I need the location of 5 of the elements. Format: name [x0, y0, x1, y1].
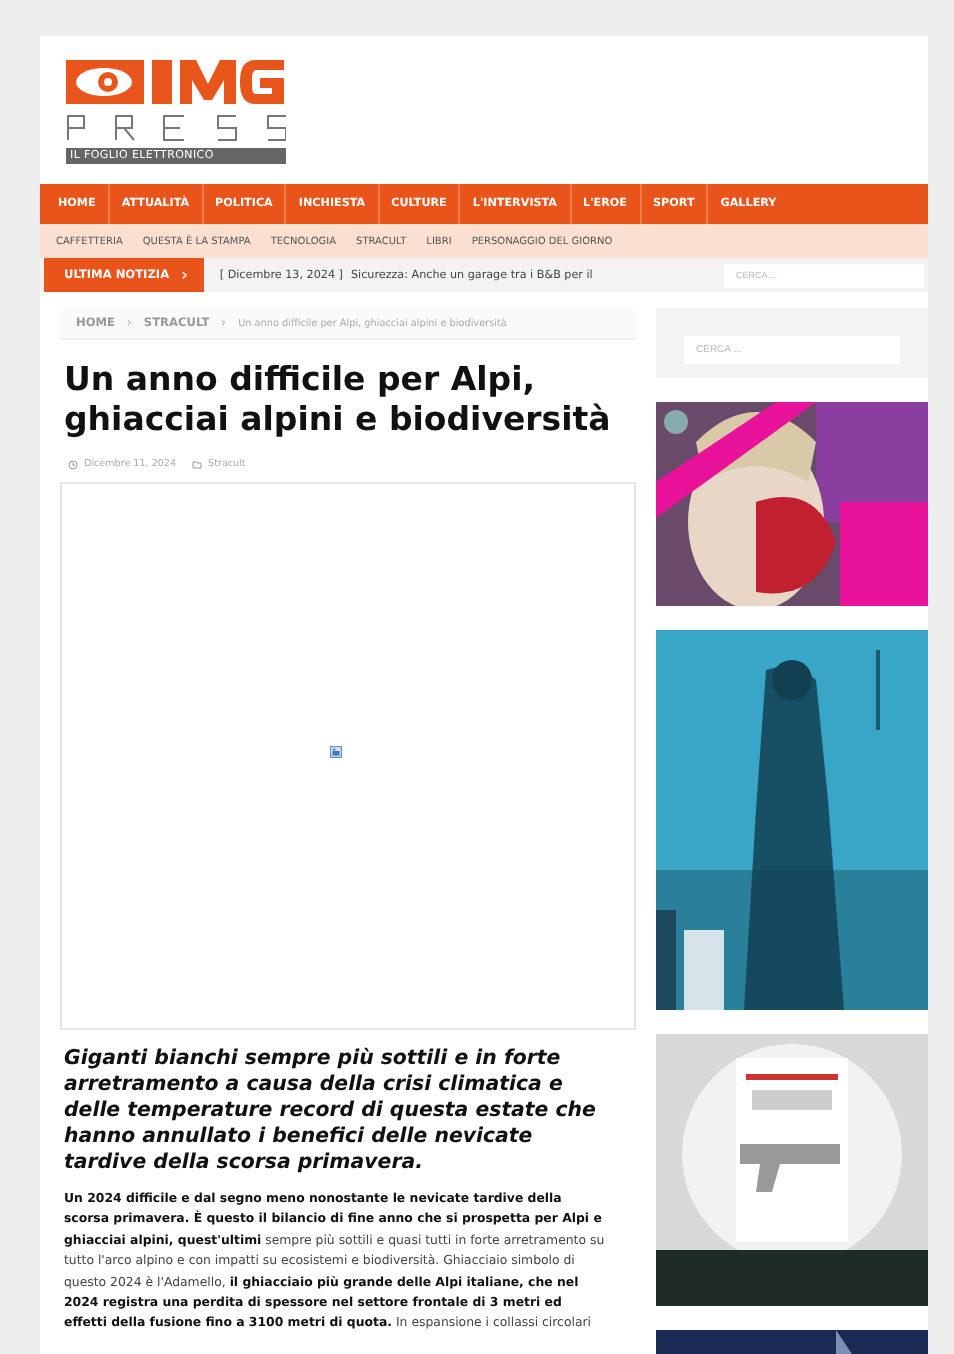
folder-icon [192, 460, 203, 470]
article-lead: Giganti bianchi sempre più sottili e in forte arretramento a causa della crisi climatica e delle temperature record di questa estate che hanno annullato i benefici delle nevicate tardive della scorsa primavera. [64, 1046, 598, 1176]
broken-image-icon [330, 745, 342, 757]
article-title: Un anno difficile per Alpi, ghiacciai alpini e biodiversità [64, 360, 613, 440]
clock-icon [68, 460, 78, 470]
